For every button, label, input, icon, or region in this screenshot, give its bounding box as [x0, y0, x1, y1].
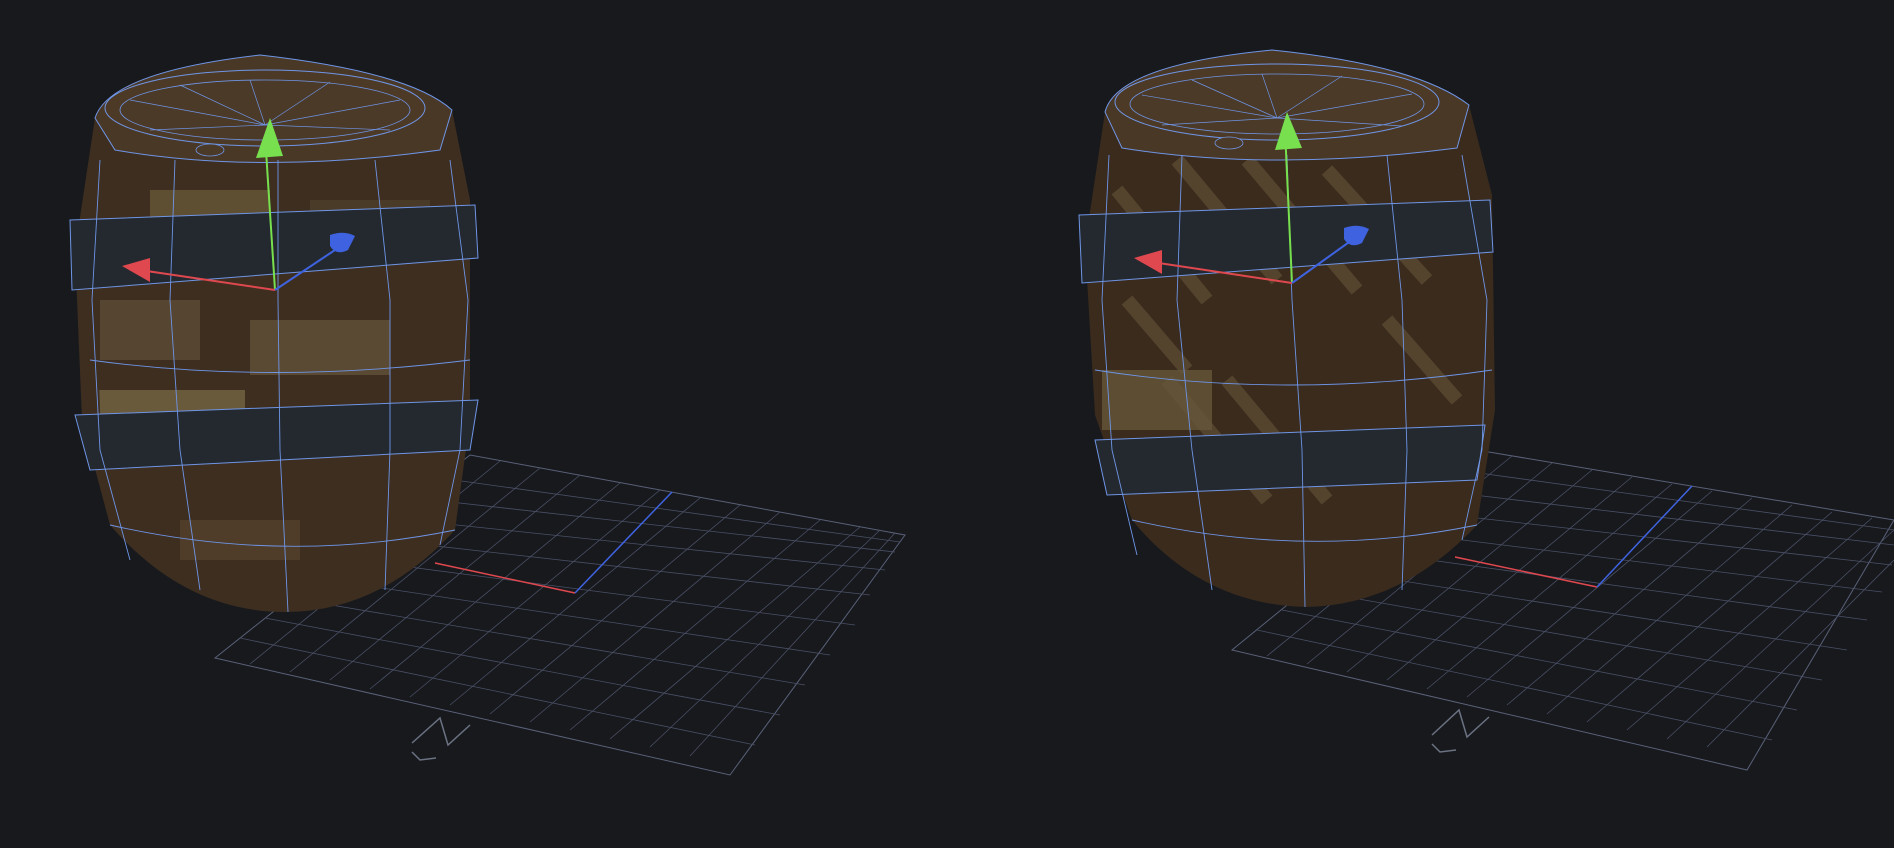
zoom-zigzag-icon[interactable] [411, 716, 471, 761]
zoom-zigzag-icon[interactable] [1431, 708, 1490, 753]
scene-right[interactable] [947, 0, 1894, 848]
viewport-left[interactable] [0, 0, 947, 848]
scene-left[interactable] [0, 0, 947, 848]
ground-x-axis-line [1454, 556, 1598, 588]
barrel-bung [195, 143, 225, 157]
viewport-right[interactable] [947, 0, 1894, 848]
barrel-bung [1214, 136, 1244, 150]
ground-z-axis-line [1596, 485, 1693, 588]
ground-z-axis-line [574, 491, 673, 594]
